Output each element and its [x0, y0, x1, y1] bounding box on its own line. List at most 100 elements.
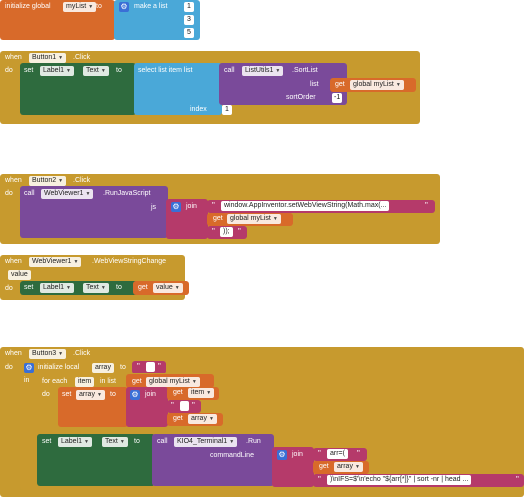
- join-label: join: [186, 203, 197, 210]
- get-label: get: [132, 378, 142, 385]
- get-label: get: [173, 415, 183, 422]
- in-list-label: in list: [100, 378, 116, 385]
- to-label: to: [120, 364, 126, 371]
- list-param-label: list: [310, 81, 319, 88]
- property-dropdown[interactable]: Text ▼: [83, 283, 109, 293]
- quote-right-icon: ": [238, 227, 241, 236]
- quote-right-icon: ": [357, 449, 360, 458]
- to-label: to: [96, 3, 102, 10]
- for-each-label: for each: [42, 378, 68, 385]
- make-a-list-label: make a list: [134, 3, 168, 10]
- event-name: .Click: [73, 54, 91, 61]
- js-param-label: js: [151, 204, 157, 211]
- set-label: set: [42, 438, 52, 445]
- get-var-dropdown[interactable]: global myList ▼: [350, 80, 404, 90]
- join-label: join: [145, 391, 156, 398]
- method-name: .SortList: [292, 67, 318, 74]
- do-label: do: [5, 67, 13, 74]
- quote-left-icon: ": [137, 362, 140, 371]
- property-dropdown[interactable]: Text ▼: [102, 437, 128, 447]
- text-string[interactable]: ));: [220, 227, 233, 237]
- do-label: do: [5, 364, 13, 371]
- get-label: get: [213, 215, 223, 222]
- index-number[interactable]: 1: [222, 105, 232, 115]
- text-string[interactable]: )\nIFS=$'\n'echo "${arr[*]}" | sort -nr …: [327, 475, 472, 485]
- get-var-dropdown[interactable]: global myList ▼: [146, 377, 200, 387]
- do-label: do: [42, 391, 50, 398]
- get-label: get: [319, 463, 329, 470]
- listutils-dropdown[interactable]: ListUtils1 ▼: [242, 66, 284, 76]
- terminal-dropdown[interactable]: KIO4_Terminal1 ▼: [174, 437, 238, 447]
- when-label: when: [5, 350, 22, 357]
- quote-right-icon: ": [192, 401, 195, 410]
- do-label: do: [5, 285, 13, 292]
- item-var-name[interactable]: item: [75, 377, 95, 387]
- list-item-number[interactable]: 5: [184, 28, 194, 38]
- set-component-dropdown[interactable]: Label1 ▼: [40, 66, 74, 76]
- get-var-dropdown[interactable]: array ▼: [334, 462, 363, 472]
- method-name: .RunJavaScript: [103, 190, 151, 197]
- do-label: do: [5, 190, 13, 197]
- quote-left-icon: ": [318, 475, 321, 484]
- call-label: call: [224, 67, 235, 74]
- quote-right-icon: ": [425, 201, 428, 210]
- list-item-number[interactable]: 3: [184, 15, 194, 25]
- mutator-gear-icon[interactable]: ⚙: [24, 363, 34, 373]
- commandline-param-label: commandLine: [210, 452, 254, 459]
- set-component-dropdown[interactable]: Label1 ▼: [40, 283, 74, 293]
- init-global-label: initialize global: [5, 3, 51, 10]
- set-component-dropdown[interactable]: Label1 ▼: [58, 437, 92, 447]
- local-var-name[interactable]: array: [92, 363, 114, 373]
- text-string[interactable]: window.AppInventor.setWebViewString(Math…: [221, 201, 390, 211]
- event-name: .Click: [73, 350, 91, 357]
- to-label: to: [134, 438, 140, 445]
- call-label: call: [157, 438, 168, 445]
- when-label: when: [5, 177, 22, 184]
- mutator-gear-icon[interactable]: ⚙: [130, 390, 140, 400]
- empty-string[interactable]: [146, 362, 155, 372]
- quote-right-icon: ": [158, 362, 161, 371]
- get-var-dropdown[interactable]: item ▼: [188, 388, 215, 398]
- index-label: index: [190, 106, 207, 113]
- list-item-number[interactable]: 1: [184, 2, 194, 12]
- in-label: in: [24, 377, 30, 384]
- join-label: join: [292, 451, 303, 458]
- set-label: set: [62, 391, 72, 398]
- component-dropdown[interactable]: Button1 ▼: [29, 53, 67, 63]
- initialize-local-label: initialize local: [38, 364, 80, 371]
- get-label: get: [173, 389, 183, 396]
- text-string[interactable]: arr=(: [327, 449, 348, 459]
- event-name: .Click: [73, 177, 91, 184]
- mutator-gear-icon[interactable]: ⚙: [277, 450, 287, 460]
- get-var-dropdown[interactable]: array ▼: [188, 414, 217, 424]
- sortorder-param-label: sortOrder: [286, 94, 316, 101]
- property-dropdown[interactable]: Text ▼: [83, 66, 109, 76]
- call-label: call: [24, 190, 35, 197]
- method-name: .Run: [246, 438, 261, 445]
- when-label: when: [5, 258, 22, 265]
- to-label: to: [116, 284, 122, 291]
- quote-left-icon: ": [318, 449, 321, 458]
- event-name: .WebViewStringChange: [92, 258, 167, 265]
- get-label: get: [335, 81, 345, 88]
- sortorder-number[interactable]: -1: [332, 93, 343, 103]
- component-dropdown[interactable]: Button3 ▼: [29, 349, 67, 359]
- component-dropdown[interactable]: WebViewer1 ▼: [29, 257, 82, 267]
- mutator-gear-icon[interactable]: ⚙: [119, 2, 129, 12]
- get-label: get: [138, 284, 148, 291]
- when-label: when: [5, 54, 22, 61]
- select-list-item-label: select list item list: [138, 67, 193, 74]
- quote-left-icon: ": [212, 201, 215, 210]
- mutator-gear-icon[interactable]: ⚙: [171, 202, 181, 212]
- to-label: to: [110, 391, 116, 398]
- set-label: set: [24, 67, 34, 74]
- to-label: to: [116, 67, 122, 74]
- get-var-dropdown[interactable]: value ▼: [153, 283, 183, 293]
- webviewer-dropdown[interactable]: WebViewer1 ▼: [41, 189, 94, 199]
- get-var-dropdown[interactable]: global myList ▼: [227, 214, 281, 224]
- global-var-name[interactable]: myList ▼: [63, 2, 97, 12]
- component-dropdown[interactable]: Button2 ▼: [29, 176, 67, 186]
- set-var-dropdown[interactable]: array ▼: [76, 390, 105, 400]
- event-param[interactable]: value: [8, 270, 31, 280]
- empty-string[interactable]: [180, 401, 189, 411]
